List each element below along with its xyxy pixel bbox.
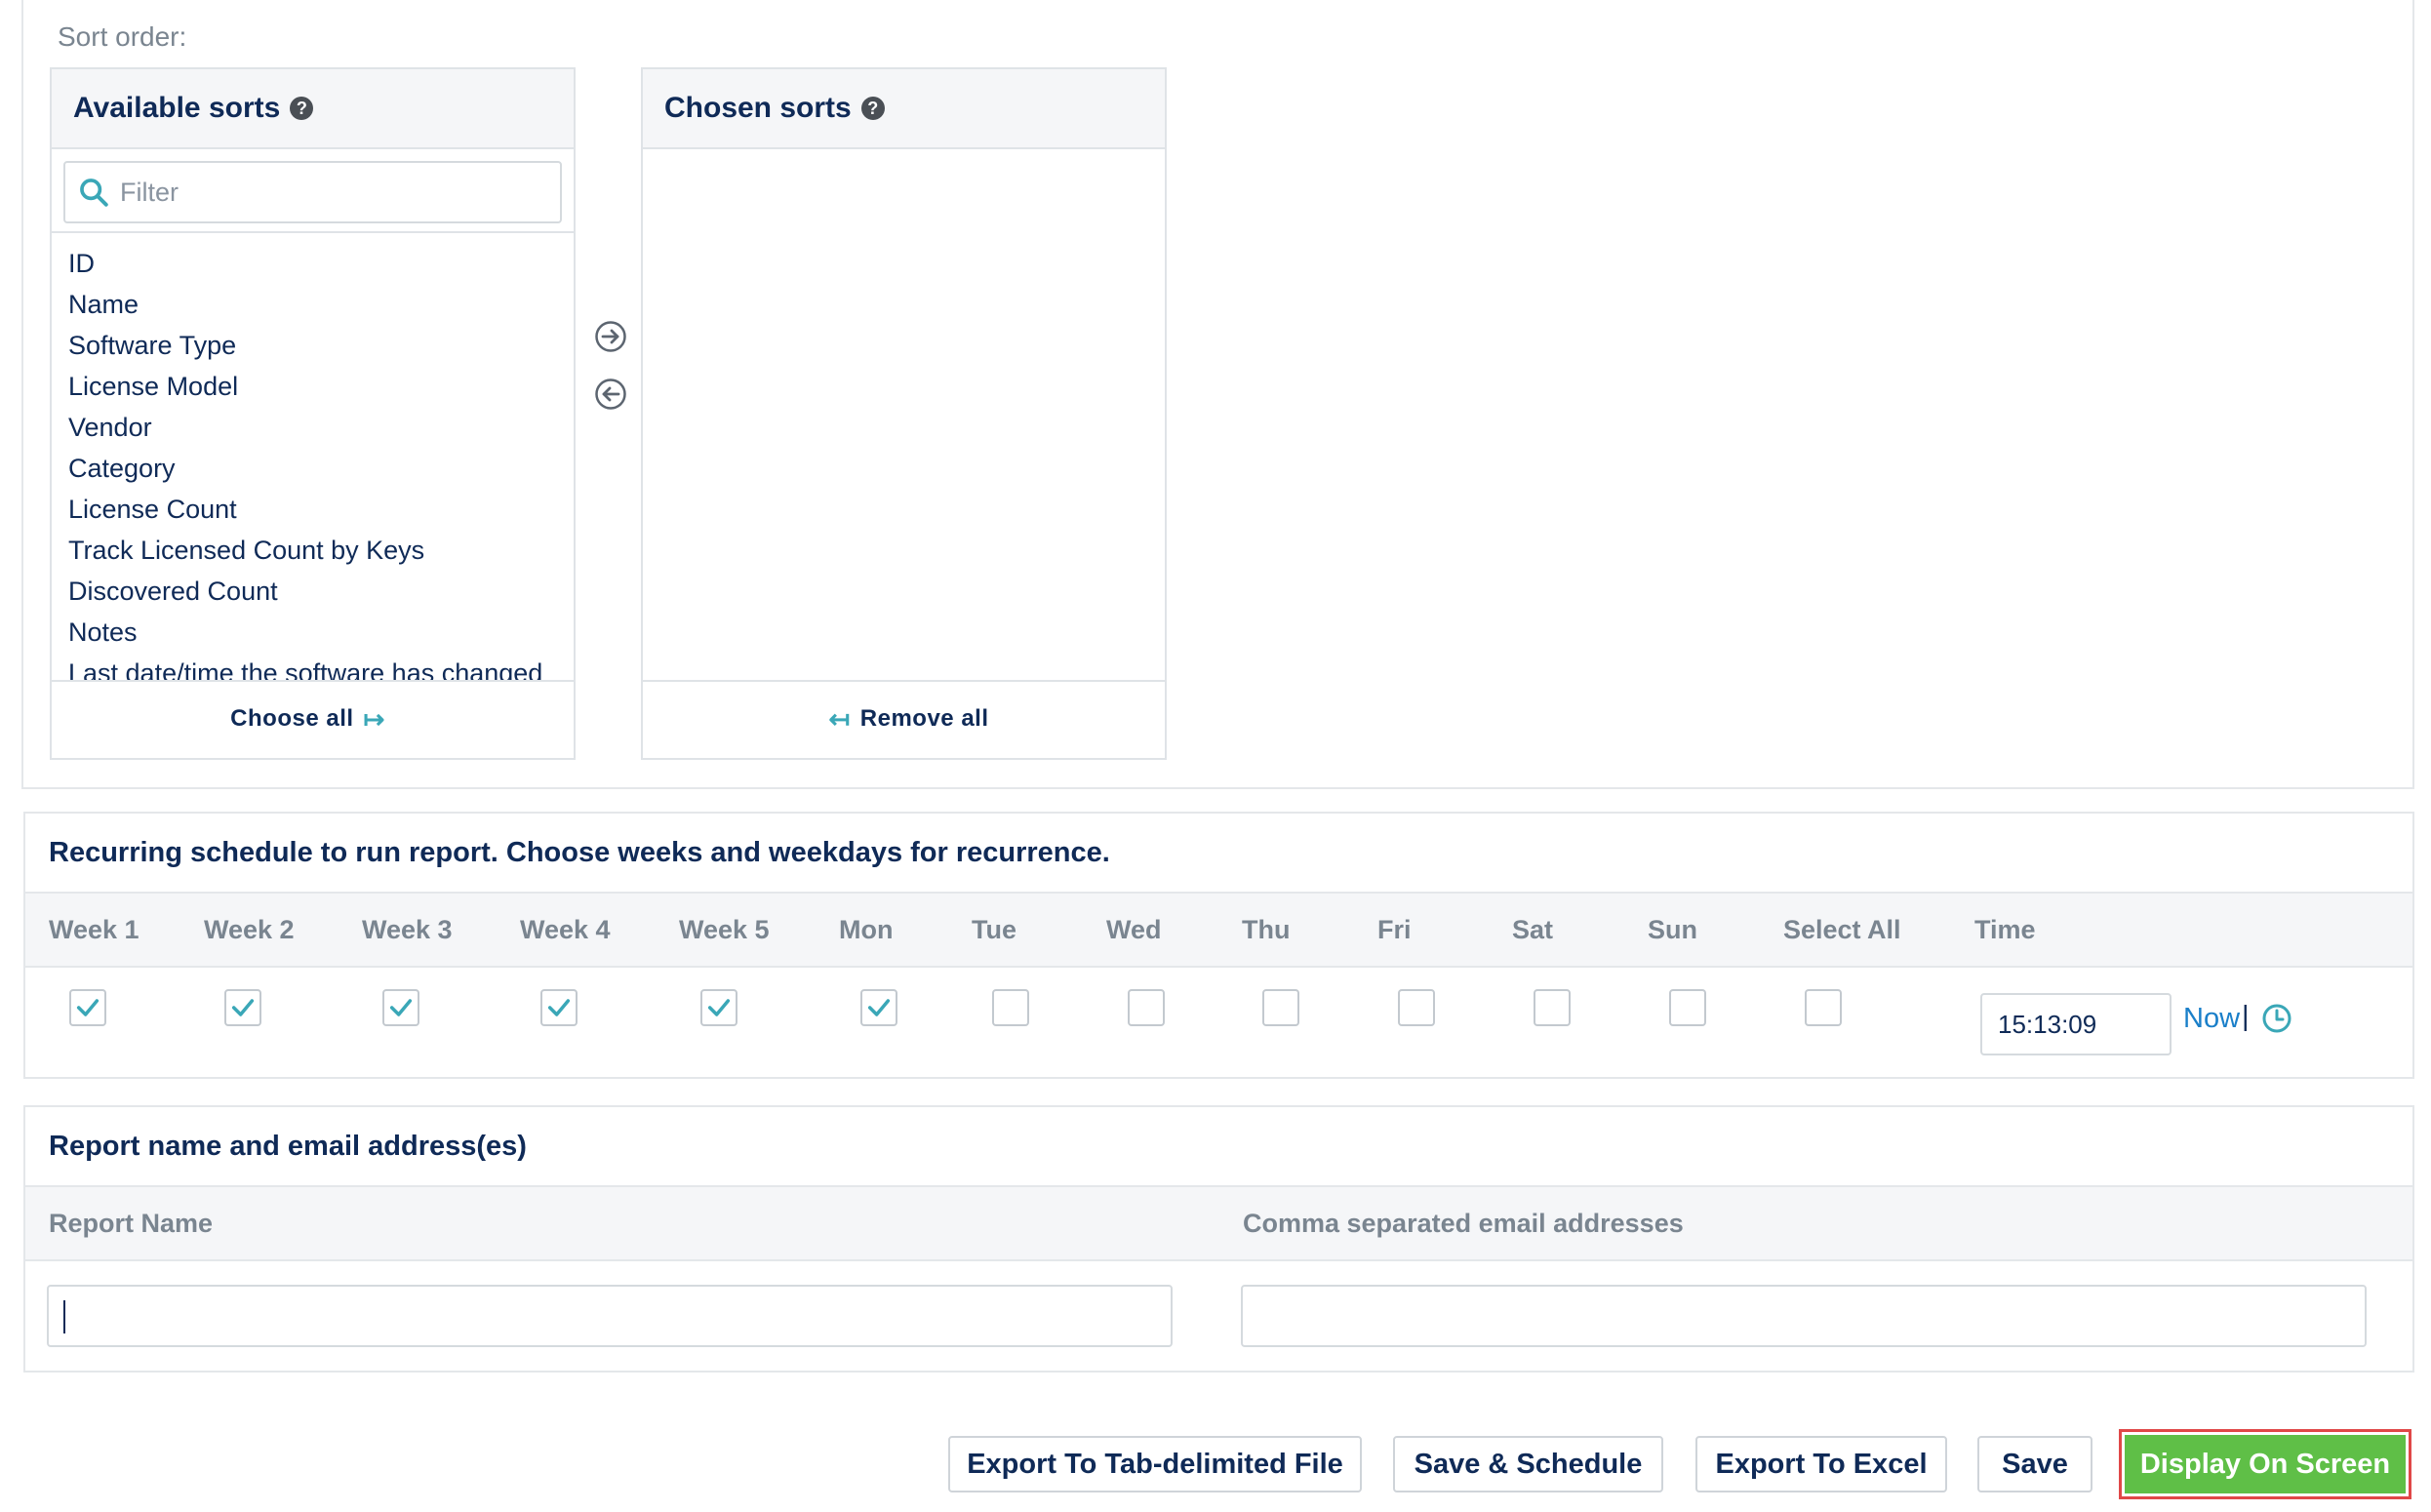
export-tab-button[interactable]: Export To Tab-delimited File [948,1436,1362,1492]
filter-input[interactable] [120,177,510,208]
now-link[interactable]: Now [2183,1003,2240,1035]
available-sort-item[interactable]: Category [68,448,574,489]
schedule-column-header: Select All [1783,915,1901,944]
schedule-title: Recurring schedule to run report. Choose… [25,814,2412,894]
separator: | [2242,1001,2250,1032]
chosen-sorts-list: Chosen sorts ? ↤ Remove all [641,67,1167,760]
report-header-row: Report Name Comma separated email addres… [25,1187,2412,1261]
schedule-column-header: Thu [1242,915,1291,944]
help-icon[interactable]: ? [860,97,885,120]
report-title: Report name and email address(es) [25,1107,2412,1187]
search-icon [80,179,108,207]
choose-all-button[interactable]: Choose all ↦ [52,682,574,756]
available-sort-item[interactable]: ID [68,243,574,284]
available-sort-item[interactable]: Last date/time the software has changed [68,653,574,680]
available-sorts-title: Available sorts [73,92,281,124]
arrow-right-bar-icon: ↦ [363,703,385,734]
available-sort-item[interactable]: Track Licensed Count by Keys [68,530,574,571]
schedule-checkbox[interactable] [700,989,737,1026]
select-all-checkbox[interactable] [1805,989,1842,1026]
available-sorts-header: Available sorts ? [52,69,574,149]
schedule-checkbox[interactable] [1128,989,1165,1026]
sort-order-label: Sort order: [58,21,187,52]
chosen-sorts-title: Chosen sorts [664,92,852,124]
schedule-column-header: Fri [1377,915,1412,944]
available-sort-item[interactable]: Software Type [68,325,574,366]
checkmark-icon [707,999,731,1016]
move-left-icon[interactable] [594,378,627,411]
available-sort-item[interactable]: Discovered Count [68,571,574,612]
schedule-checkbox[interactable] [69,989,106,1026]
display-button-highlight: Display On Screen [2119,1429,2411,1499]
schedule-checkbox[interactable] [1398,989,1435,1026]
text-cursor [63,1300,65,1333]
schedule-column-header: Week 4 [520,915,611,944]
chosen-sorts-header: Chosen sorts ? [643,69,1165,149]
remove-all-label: Remove all [859,705,989,732]
available-sort-item[interactable]: Vendor [68,407,574,448]
schedule-checkbox[interactable] [860,989,897,1026]
schedule-column-header: Mon [839,915,894,944]
schedule-column-header: Week 3 [362,915,453,944]
email-input[interactable] [1241,1285,2367,1347]
available-sort-item[interactable]: License Model [68,366,574,407]
available-sort-item[interactable]: Name [68,284,574,325]
report-name-input[interactable] [47,1285,1173,1347]
checkmark-icon [231,999,255,1016]
checkmark-icon [76,999,100,1016]
schedule-checkbox[interactable] [382,989,419,1026]
checkmark-icon [547,999,571,1016]
schedule-column-header: Sun [1648,915,1697,944]
display-on-screen-button[interactable]: Display On Screen [2125,1435,2406,1493]
schedule-checkbox[interactable] [992,989,1029,1026]
schedule-column-header: Week 2 [204,915,295,944]
available-sorts-items: ID Name Software Type License Model Vendor Ca… [52,233,574,682]
schedule-column-header: Week 1 [49,915,139,944]
save-schedule-button[interactable]: Save & Schedule [1393,1436,1663,1492]
help-icon[interactable]: ? [290,97,314,120]
schedule-column-header: Wed [1106,915,1162,944]
schedule-panel: Recurring schedule to run report. Choose… [23,812,2414,1079]
export-excel-button[interactable]: Export To Excel [1695,1436,1947,1492]
schedule-checkbox[interactable] [1262,989,1299,1026]
schedule-header-row: Week 1 Week 2 Week 3 Week 4 Week 5 Mon Tue Wed T… [25,894,2412,968]
clock-icon[interactable] [2261,1003,2292,1034]
filter-wrap [52,149,574,233]
schedule-checkbox[interactable] [1534,989,1571,1026]
sort-section: Sort order: Available sorts ? IDNameSoft… [21,0,2414,789]
report-name-label: Report Name [49,1209,214,1238]
save-button[interactable]: Save [1977,1436,2092,1492]
schedule-checkbox[interactable] [1669,989,1706,1026]
chosen-sorts-body [643,149,1165,682]
checkmark-icon [867,999,891,1016]
available-sort-item[interactable]: Notes [68,612,574,653]
remove-all-button[interactable]: ↤ Remove all [643,682,1165,756]
available-sorts-list: Available sorts ? IDNameSoftware TypeLic… [50,67,576,760]
schedule-column-header: Time [1974,915,2036,944]
available-sort-item[interactable]: License Count [68,489,574,530]
arrow-left-bar-icon: ↤ [828,703,851,734]
schedule-column-header: Sat [1512,915,1554,944]
schedule-checkbox-row: Now | [25,968,2412,1077]
schedule-checkbox[interactable] [540,989,578,1026]
checkmark-icon [389,999,413,1016]
move-right-icon[interactable] [594,320,627,353]
time-input[interactable] [1980,993,2172,1055]
choose-all-label: Choose all [230,705,354,732]
report-panel: Report name and email address(es) Report… [23,1105,2414,1373]
report-input-row [25,1261,2412,1371]
email-label: Comma separated email addresses [1243,1209,1684,1238]
schedule-column-header: Tue [972,915,1016,944]
filter-box [63,161,562,223]
schedule-checkbox[interactable] [224,989,261,1026]
schedule-column-header: Week 5 [679,915,770,944]
